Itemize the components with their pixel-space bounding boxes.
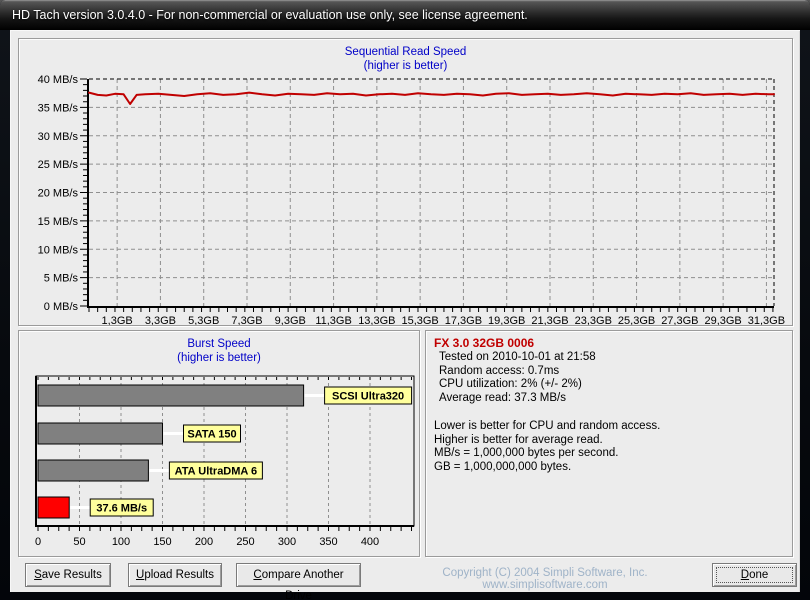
client-area: Sequential Read Speed (higher is better)… — [10, 30, 800, 600]
burst-speed-panel: Burst Speed (higher is better) SCSI Ultr… — [18, 330, 420, 557]
svg-text:19,3GB: 19,3GB — [488, 315, 525, 325]
upload-results-button[interactable]: Upload Results — [128, 563, 222, 587]
copyright-text: Copyright (C) 2004 Simpli Software, Inc.… — [442, 567, 648, 591]
title-bar[interactable]: HD Tach version 3.0.4.0 - For non-commer… — [0, 0, 810, 30]
svg-text:40 MB/s: 40 MB/s — [38, 74, 79, 86]
save-results-button[interactable]: Save Results — [25, 563, 111, 587]
svg-text:30 MB/s: 30 MB/s — [38, 131, 79, 143]
svg-text:9,3GB: 9,3GB — [275, 315, 306, 325]
svg-text:3,3GB: 3,3GB — [145, 315, 176, 325]
burst-speed-chart: SCSI Ultra320 SATA 150 ATA UltraDMA 6 37.6 … — [35, 375, 415, 548]
svg-text:20 MB/s: 20 MB/s — [38, 188, 79, 200]
done-button[interactable]: Done — [712, 563, 797, 587]
svg-text:200: 200 — [195, 536, 213, 548]
note-line: Lower is better for CPU and random acces… — [434, 420, 661, 432]
svg-text:1,3GB: 1,3GB — [102, 315, 133, 325]
svg-text:250: 250 — [236, 536, 254, 548]
bar-label-3: 37.6 MB/s — [89, 498, 154, 517]
svg-text:25 MB/s: 25 MB/s — [38, 159, 79, 171]
bar-label-1: SATA 150 — [183, 424, 241, 443]
stat-line: Random access: 0.7ms — [439, 364, 560, 377]
svg-text:300: 300 — [278, 536, 296, 548]
svg-text:50: 50 — [73, 536, 85, 548]
svg-text:31,3GB: 31,3GB — [748, 315, 785, 325]
compare-another-drive-button[interactable]: Compare Another Drive — [236, 563, 361, 600]
stat-line: Tested on 2010-10-01 at 21:58 — [439, 351, 596, 363]
note-line: GB = 1,000,000,000 bytes. — [434, 460, 572, 473]
window-title: HD Tach version 3.0.4.0 - For non-commer… — [12, 8, 528, 22]
svg-text:37.6 MB/s: 37.6 MB/s — [96, 503, 147, 515]
svg-text:SATA 150: SATA 150 — [187, 429, 236, 441]
svg-text:25,3GB: 25,3GB — [618, 315, 655, 325]
stat-line: CPU utilization: 2% (+/- 2%) — [439, 378, 582, 390]
svg-text:0: 0 — [35, 536, 41, 548]
svg-text:29,3GB: 29,3GB — [704, 315, 741, 325]
bar-label-2: ATA UltraDMA 6 — [168, 461, 263, 480]
svg-text:23,3GB: 23,3GB — [575, 315, 612, 325]
hd-tach-window: HD Tach version 3.0.4.0 - For non-commer… — [0, 0, 810, 600]
stat-line: Average read: 37.3 MB/s — [439, 391, 566, 404]
svg-text:27,3GB: 27,3GB — [661, 315, 698, 325]
drive-name: FX 3.0 32GB 0006 — [434, 336, 535, 350]
svg-text:5,3GB: 5,3GB — [188, 315, 219, 325]
svg-text:15 MB/s: 15 MB/s — [38, 216, 79, 228]
svg-text:ATA UltraDMA 6: ATA UltraDMA 6 — [175, 466, 258, 478]
sequential-read-chart: 0 MB/s 5 MB/s 10 MB/s 15 MB/s 20 MB/s 25 MB/s… — [38, 74, 785, 325]
svg-text:0 MB/s: 0 MB/s — [44, 301, 79, 313]
note-line: MB/s = 1,000,000 bytes per second. — [434, 447, 619, 459]
svg-text:SCSI Ultra320: SCSI Ultra320 — [332, 391, 404, 403]
drive-stats: Tested on 2010-10-01 at 21:58 Random acce… — [439, 351, 596, 405]
benchmark-notes: Lower is better for CPU and random acces… — [434, 420, 660, 474]
svg-text:7,3GB: 7,3GB — [231, 315, 262, 325]
svg-text:13,3GB: 13,3GB — [358, 315, 395, 325]
svg-text:350: 350 — [319, 536, 337, 548]
svg-text:11,3GB: 11,3GB — [315, 315, 352, 325]
svg-text:17,3GB: 17,3GB — [445, 315, 482, 325]
bar-label-0: SCSI Ultra320 — [324, 386, 413, 405]
drive-info-panel: FX 3.0 32GB 0006 Tested on 2010-10-01 at… — [425, 330, 793, 557]
svg-text:21,3GB: 21,3GB — [531, 315, 568, 325]
note-line: Higher is better for average read. — [434, 433, 603, 446]
svg-text:100: 100 — [112, 536, 130, 548]
svg-text:400: 400 — [361, 536, 379, 548]
svg-text:10 MB/s: 10 MB/s — [38, 244, 79, 256]
sequential-read-panel: Sequential Read Speed (higher is better)… — [18, 38, 793, 326]
svg-text:15,3GB: 15,3GB — [401, 315, 438, 325]
svg-text:5 MB/s: 5 MB/s — [44, 273, 79, 285]
svg-text:35 MB/s: 35 MB/s — [38, 102, 79, 114]
svg-text:150: 150 — [153, 536, 171, 548]
